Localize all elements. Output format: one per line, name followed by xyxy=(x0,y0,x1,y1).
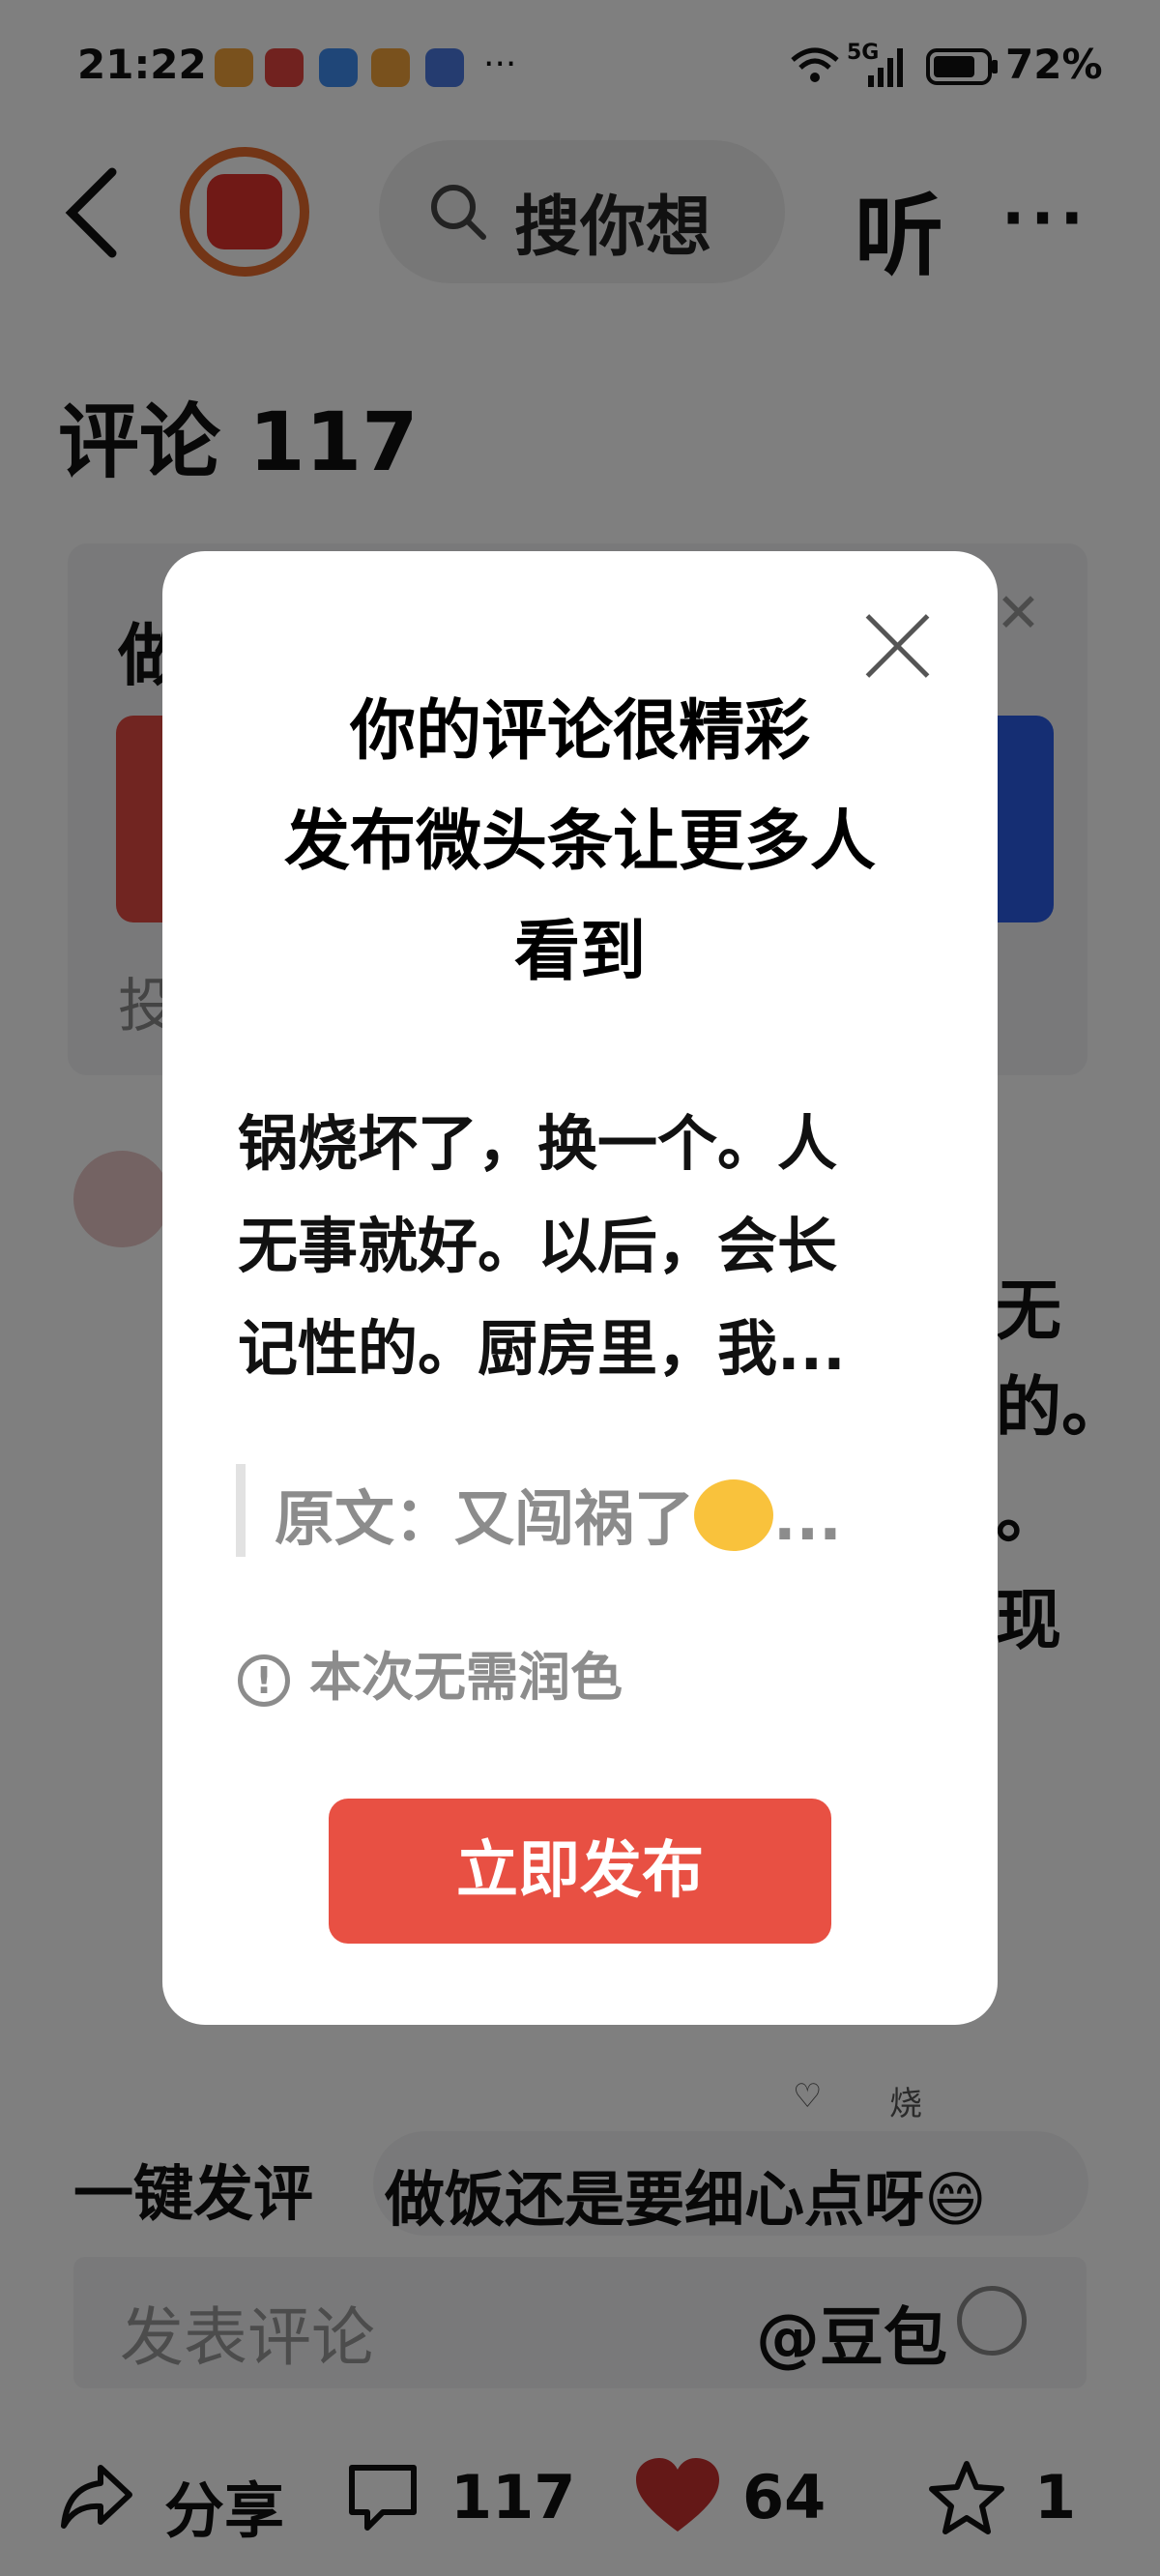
dialog-title-line: 你的评论很精彩 xyxy=(349,693,810,770)
comment-preview-line: 记性的。厨房里，我... xyxy=(238,1313,846,1384)
publish-button[interactable]: 立即发布 xyxy=(329,1799,831,1944)
comment-preview-line: 锅烧坏了，换一个。人 xyxy=(238,1108,838,1179)
crying-laughing-emoji-icon xyxy=(694,1478,774,1551)
polish-info: ! 本次无需润色 xyxy=(238,1634,623,1711)
quote-text: 原文：又闯祸了 xyxy=(275,1483,695,1554)
comment-preview-line: 无事就好。以后，会长 xyxy=(238,1211,838,1281)
publish-dialog: 你的评论很精彩 发布微头条让更多人 看到 锅烧坏了，换一个。人 无事就好。以后，… xyxy=(162,551,998,2025)
dialog-title: 你的评论很精彩 发布微头条让更多人 看到 xyxy=(201,677,959,1008)
info-icon: ! xyxy=(238,1654,290,1708)
comment-preview: 锅烧坏了，换一个。人 无事就好。以后，会长 记性的。厨房里，我... xyxy=(238,1093,934,1400)
dialog-title-line: 发布微头条让更多人 xyxy=(283,804,876,880)
polish-info-text: 本次无需润色 xyxy=(309,1647,623,1708)
original-post-quote: 原文：又闯祸了... xyxy=(236,1464,922,1557)
quote-ellipsis: ... xyxy=(773,1483,842,1554)
close-icon[interactable] xyxy=(860,609,934,683)
dialog-title-line: 看到 xyxy=(513,914,646,990)
